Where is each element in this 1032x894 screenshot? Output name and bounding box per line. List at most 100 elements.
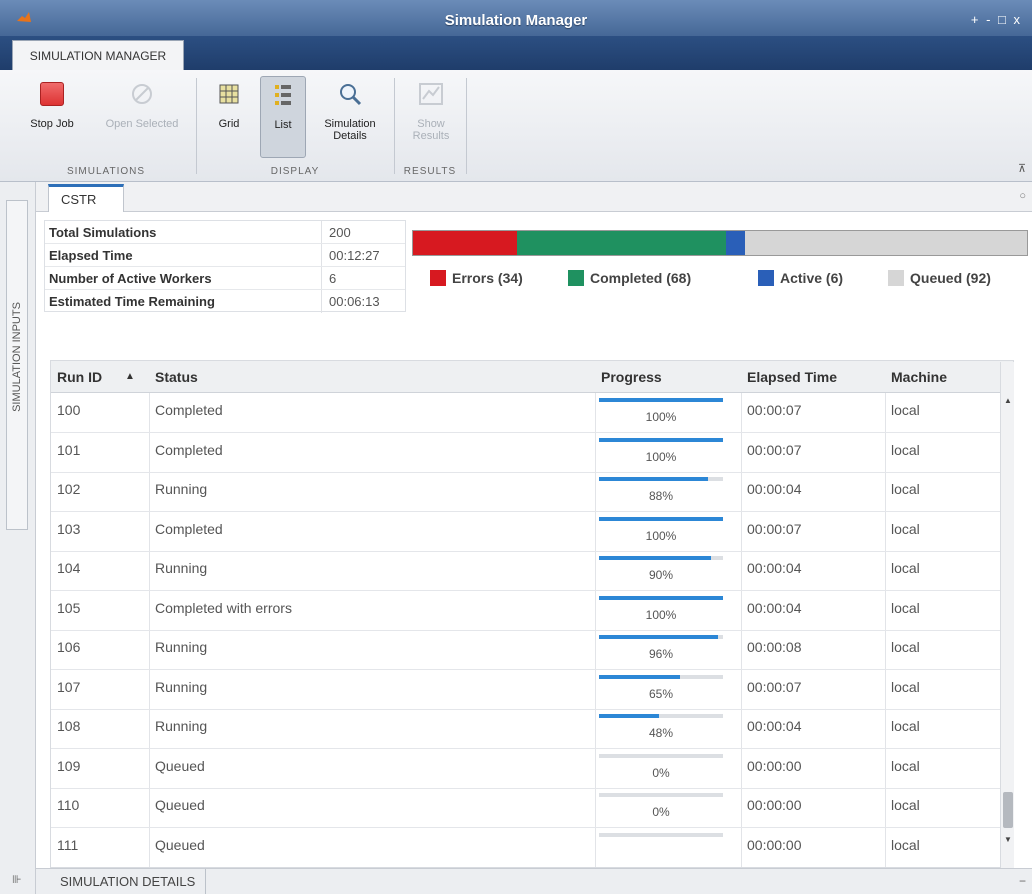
group-label-display: DISPLAY xyxy=(270,166,320,177)
progress-bar-fill xyxy=(599,714,659,718)
progress-text: 100% xyxy=(645,410,677,424)
active-workers-value: 6 xyxy=(329,271,337,286)
collapse-toolstrip-icon[interactable]: ⊼ xyxy=(1018,162,1026,175)
runs-table: Run ID ▲ Status Progress Elapsed Time Ma… xyxy=(50,360,1014,868)
table-row[interactable]: 109 Queued 0% 00:00:00 local xyxy=(51,750,1013,789)
status-segment-errors xyxy=(413,231,518,255)
table-row[interactable]: 104 Running 90% 00:00:04 local xyxy=(51,552,1013,591)
progress-bar xyxy=(599,793,723,797)
errors-swatch xyxy=(430,270,446,286)
progress-text: 48% xyxy=(648,726,674,740)
progress-bar-fill xyxy=(599,556,711,560)
elapsed-time-cell: 00:00:07 xyxy=(747,520,802,537)
progress-bar xyxy=(599,595,723,600)
progress-bar-fill xyxy=(599,595,723,600)
table-row[interactable]: 106 Running 96% 00:00:08 local xyxy=(51,631,1013,670)
header-machine[interactable]: Machine xyxy=(891,369,947,385)
status-cell: Queued xyxy=(155,836,205,853)
show-results-button[interactable]: Show Results xyxy=(400,76,462,158)
table-row[interactable]: 100 Completed 100% 00:00:07 local xyxy=(51,394,1013,433)
progress-bar xyxy=(599,477,723,481)
progress-bar xyxy=(599,753,723,758)
progress-bar xyxy=(599,832,723,837)
show-results-label: Show Results xyxy=(412,118,450,142)
options-icon[interactable]: ○ xyxy=(1019,190,1026,202)
group-label-simulations: SIMULATIONS xyxy=(66,166,146,177)
progress-text: 0% xyxy=(652,765,670,780)
table-row[interactable]: 111 Queued 00:00:00 local xyxy=(51,829,1013,867)
header-progress[interactable]: Progress xyxy=(601,369,662,385)
run-id-cell: 101 xyxy=(57,441,81,458)
simulation-inputs-tab[interactable]: SIMULATION INPUTS xyxy=(6,200,28,530)
legend-completed: Completed (68) xyxy=(568,270,691,286)
run-id-cell: 103 xyxy=(57,520,81,537)
stop-job-button[interactable]: Stop Job xyxy=(18,76,86,158)
legend-queued-label: Queued (92) xyxy=(910,270,991,286)
header-elapsed-time[interactable]: Elapsed Time xyxy=(747,369,837,385)
scroll-up-icon[interactable]: ▲ xyxy=(1004,396,1012,405)
elapsed-time-cell: 00:00:07 xyxy=(747,678,802,695)
machine-cell: local xyxy=(891,757,920,774)
toolstrip: Stop Job Open Selected Grid List Simulat… xyxy=(0,70,1032,182)
machine-cell: local xyxy=(891,441,920,458)
table-row[interactable]: 105 Completed with errors 100% 00:00:04 loca… xyxy=(51,592,1013,631)
machine-cell: local xyxy=(891,481,920,497)
sort-ascending-icon[interactable]: ▲ xyxy=(125,371,135,382)
simulation-inputs-label: SIMULATION INPUTS xyxy=(11,302,23,412)
progress-bar-fill xyxy=(599,635,719,639)
machine-cell: local xyxy=(891,520,920,537)
table-row[interactable]: 102 Running 88% 00:00:04 local xyxy=(51,473,1013,512)
group-label-results: RESULTS xyxy=(403,166,457,177)
grid-button[interactable]: Grid xyxy=(206,76,252,158)
simulation-details-tab[interactable]: SIMULATION DETAILS xyxy=(50,869,207,894)
table-scrollbar[interactable]: ▲ ▼ xyxy=(1000,362,1014,868)
tab-simulation-manager[interactable]: SIMULATION MANAGER xyxy=(12,40,184,70)
simulation-details-button[interactable]: Simulation Details xyxy=(312,76,388,158)
status-cell: Completed xyxy=(155,402,223,418)
progress-bar-fill xyxy=(599,437,723,442)
elapsed-time-cell: 00:00:07 xyxy=(747,402,802,418)
machine-cell: local xyxy=(891,402,920,418)
progress-bar xyxy=(599,714,723,718)
group-separator xyxy=(394,78,395,174)
status-cell: Running xyxy=(155,718,208,734)
status-cell: Running xyxy=(155,481,208,497)
document-tabbar: CSTR ○ xyxy=(36,182,1032,212)
completed-swatch xyxy=(568,270,584,286)
legend-completed-label: Completed (68) xyxy=(590,270,692,286)
grid-icon xyxy=(215,80,243,108)
expand-panel-icon[interactable]: ⊪ xyxy=(12,873,22,886)
run-id-cell: 109 xyxy=(57,757,81,774)
open-selected-label: Open Selected xyxy=(105,118,179,130)
minimize-panel-icon[interactable]: − xyxy=(1019,874,1026,888)
scroll-down-icon[interactable]: ▼ xyxy=(1004,835,1012,844)
header-run-id[interactable]: Run ID xyxy=(57,369,102,385)
total-simulations-value: 200 xyxy=(329,225,351,240)
table-row[interactable]: 108 Running 48% 00:00:04 local xyxy=(51,710,1013,749)
status-segment-active xyxy=(726,231,745,255)
progress-bar-fill xyxy=(599,477,709,481)
machine-cell: local xyxy=(891,836,920,853)
status-cell: Running xyxy=(155,560,208,576)
table-row[interactable]: 110 Queued 0% 00:00:00 local xyxy=(51,789,1013,828)
table-row[interactable]: 107 Running 65% 00:00:07 local xyxy=(51,671,1013,710)
status-segment-queued xyxy=(744,231,1027,255)
run-id-cell: 106 xyxy=(57,639,81,655)
elapsed-time-cell: 00:00:04 xyxy=(747,718,802,734)
table-row[interactable]: 103 Completed 100% 00:00:07 local xyxy=(51,513,1013,552)
status-segment-completed xyxy=(517,231,727,255)
scroll-thumb[interactable] xyxy=(1003,792,1013,828)
open-selected-button[interactable]: Open Selected xyxy=(92,76,192,158)
table-row[interactable]: 101 Completed 100% 00:00:07 local xyxy=(51,434,1013,473)
header-status[interactable]: Status xyxy=(155,369,198,385)
tab-cstr[interactable]: CSTR xyxy=(48,184,124,212)
elapsed-time-value: 00:12:27 xyxy=(329,248,380,263)
progress-bar xyxy=(599,556,723,560)
list-button[interactable]: List xyxy=(260,76,306,158)
progress-bar-fill xyxy=(599,398,723,402)
active-workers-label: Number of Active Workers xyxy=(49,271,212,286)
status-summary-bar xyxy=(412,230,1028,256)
progress-bar xyxy=(599,516,723,521)
machine-cell: local xyxy=(891,678,920,695)
window-controls[interactable]: + - □ x xyxy=(971,12,1022,27)
